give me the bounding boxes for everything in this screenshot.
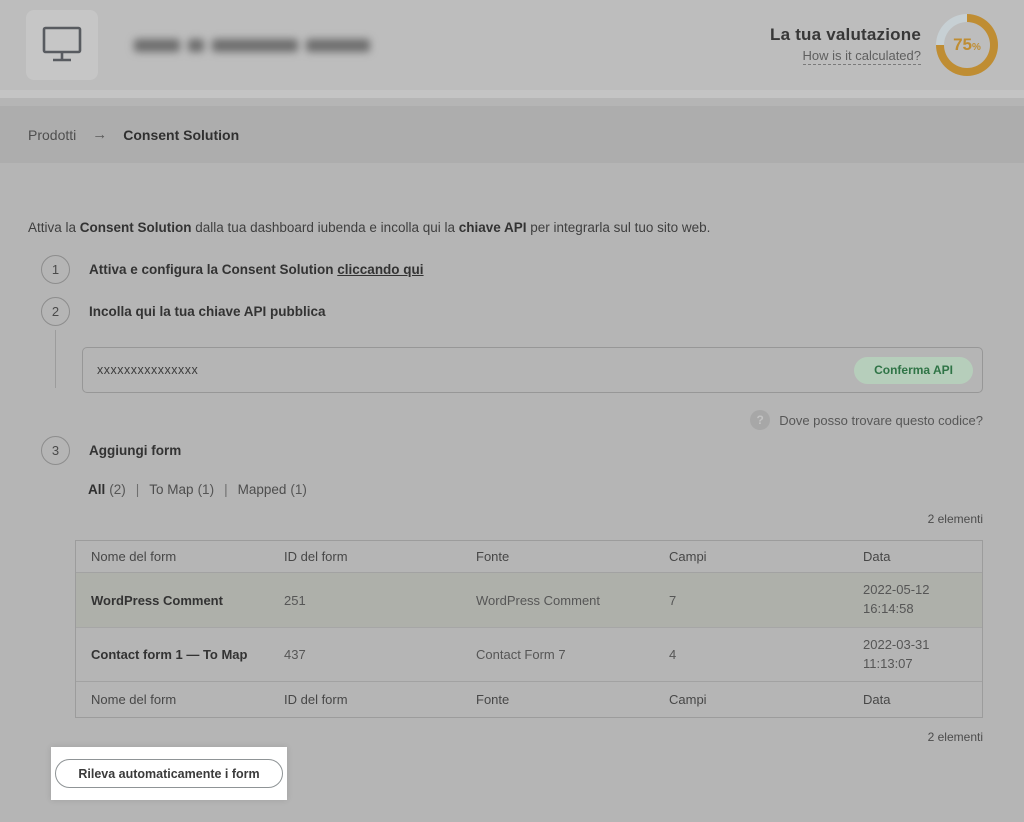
breadcrumb-products[interactable]: Prodotti — [28, 127, 76, 143]
step-3-number: 3 — [41, 436, 70, 465]
step-1-link[interactable]: cliccando qui — [337, 262, 423, 277]
forms-table: Nome del form ID del form Fonte Campi Da… — [75, 540, 983, 718]
filter-separator: | — [136, 482, 140, 497]
items-count-top: 2 elementi — [928, 512, 983, 526]
table-header-row: Nome del form ID del form Fonte Campi Da… — [76, 541, 982, 573]
filter-to-map[interactable]: To Map(1) — [149, 482, 214, 497]
cell-form-name: Contact form 1 — To Map — [76, 647, 269, 662]
cell-form-fields: 4 — [654, 647, 848, 662]
app-header: La tua valutazione How is it calculated?… — [0, 0, 1024, 98]
step-1-label: Attiva e configura la Consent Solution c… — [89, 262, 424, 277]
col-footer-name: Nome del form — [76, 692, 269, 707]
cell-form-id: 437 — [269, 647, 461, 662]
step-3: 3 Aggiungi form — [41, 436, 181, 465]
rating-percent-sign: % — [972, 42, 981, 53]
step-1-number: 1 — [41, 255, 70, 284]
breadcrumb: Prodotti → Consent Solution — [0, 106, 1024, 163]
rating-how-calculated-link[interactable]: How is it calculated? — [803, 48, 922, 65]
col-header-fields: Campi — [654, 549, 848, 564]
form-filters: All(2) | To Map(1) | Mapped(1) — [88, 482, 307, 497]
table-row[interactable]: WordPress Comment 251 WordPress Comment … — [76, 573, 982, 627]
blurred-word — [212, 39, 298, 52]
tour-spotlight: Rileva automaticamente i form — [51, 747, 287, 800]
auto-detect-forms-button[interactable]: Rileva automaticamente i form — [55, 759, 282, 788]
col-header-source: Fonte — [461, 549, 654, 564]
table-footer-row: Nome del form ID del form Fonte Campi Da… — [76, 681, 982, 717]
cell-form-date: 2022-03-3111:13:07 — [848, 636, 982, 674]
col-header-id: ID del form — [269, 549, 461, 564]
blurred-word — [188, 39, 204, 52]
help-text: Dove posso trovare questo codice? — [779, 413, 983, 428]
cell-form-source: Contact Form 7 — [461, 647, 654, 662]
help-row: ? Dove posso trovare questo codice? — [750, 410, 983, 430]
site-icon-tile — [26, 10, 98, 80]
col-footer-id: ID del form — [269, 692, 461, 707]
question-mark-icon[interactable]: ? — [750, 410, 770, 430]
rating-block: La tua valutazione How is it calculated? — [770, 25, 921, 65]
items-count-bottom: 2 elementi — [928, 730, 983, 744]
blurred-word — [306, 39, 370, 52]
step-2: 2 Incolla qui la tua chiave API pubblica — [41, 297, 326, 326]
cell-form-source: WordPress Comment — [461, 593, 654, 608]
rating-percent-number: 75 — [953, 35, 972, 55]
rating-title: La tua valutazione — [770, 25, 921, 45]
site-name-blurred — [134, 39, 370, 52]
col-footer-fields: Campi — [654, 692, 848, 707]
col-header-name: Nome del form — [76, 549, 269, 564]
blurred-word — [134, 39, 180, 52]
monitor-icon — [39, 24, 85, 66]
col-footer-source: Fonte — [461, 692, 654, 707]
confirm-api-button[interactable]: Conferma API — [854, 357, 973, 384]
api-key-input[interactable] — [97, 363, 854, 377]
rating-gauge: 75% — [936, 14, 998, 76]
step-2-label: Incolla qui la tua chiave API pubblica — [89, 304, 326, 319]
col-footer-date: Data — [848, 692, 982, 707]
filter-mapped[interactable]: Mapped(1) — [238, 482, 307, 497]
cell-form-date: 2022-05-1216:14:58 — [848, 581, 982, 619]
breadcrumb-arrow-icon: → — [92, 126, 107, 143]
filter-separator: | — [224, 482, 228, 497]
api-key-box: Conferma API — [82, 347, 983, 393]
cell-form-name: WordPress Comment — [76, 593, 269, 608]
intro-text: Attiva la Consent Solution dalla tua das… — [28, 220, 958, 235]
table-row[interactable]: Contact form 1 — To Map 437 Contact Form… — [76, 627, 982, 681]
breadcrumb-current: Consent Solution — [123, 127, 239, 143]
cell-form-id: 251 — [269, 593, 461, 608]
rating-value: 75% — [936, 14, 998, 76]
filter-all[interactable]: All(2) — [88, 482, 126, 497]
step-connector-line — [55, 330, 56, 388]
cell-form-fields: 7 — [654, 593, 848, 608]
step-3-label: Aggiungi form — [89, 443, 181, 458]
step-1: 1 Attiva e configura la Consent Solution… — [41, 255, 424, 284]
step-2-number: 2 — [41, 297, 70, 326]
consent-solution-page: La tua valutazione How is it calculated?… — [0, 0, 1024, 822]
col-header-date: Data — [848, 549, 982, 564]
